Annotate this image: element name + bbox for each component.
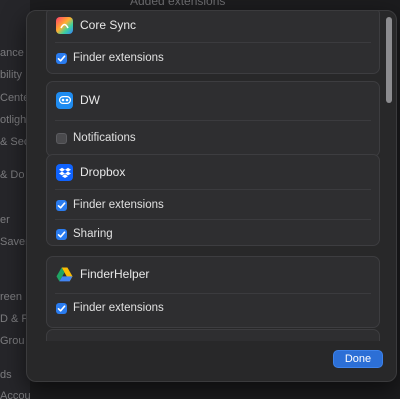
sidebar-item[interactable]: otligh [0, 113, 26, 127]
done-button[interactable]: Done [333, 350, 383, 368]
extension-group-dw: DW Notifications [46, 81, 380, 157]
dw-icon [56, 91, 73, 109]
option-row[interactable]: Finder extensions [47, 44, 379, 72]
app-row: FinderHelper [47, 257, 379, 291]
checkbox-checked[interactable] [56, 52, 67, 64]
extension-group-finderhelper: FinderHelper Finder extensions [46, 256, 380, 328]
checkbox-label: Finder extensions [73, 302, 164, 314]
scrollbar[interactable] [383, 15, 395, 339]
screen: ance bility Cente otligh & Sec & Do er S… [0, 0, 400, 399]
option-row[interactable]: Finder extensions [47, 191, 379, 219]
core-sync-icon [56, 16, 73, 34]
checkbox-checked[interactable] [56, 228, 67, 240]
divider [55, 120, 371, 121]
extensions-sheet: Core Sync Finder extensions DW Notificat… [26, 10, 397, 382]
sidebar-item[interactable]: bility [0, 68, 22, 82]
divider [55, 189, 371, 190]
sidebar-item[interactable]: & Sec [0, 135, 29, 149]
extension-group-dropbox: Dropbox Finder extensions Sharing [46, 154, 380, 246]
extension-group-core-sync: Core Sync Finder extensions [46, 11, 380, 74]
section-heading: Added extensions [130, 0, 226, 8]
option-row[interactable]: Finder extensions [47, 294, 379, 322]
checkbox-label: Sharing [73, 228, 113, 240]
scrollbar-thumb[interactable] [386, 17, 392, 103]
sidebar-item[interactable]: ds [0, 368, 12, 382]
app-name: Core Sync [80, 18, 137, 32]
sidebar-item[interactable]: & Do [0, 168, 24, 182]
extension-group-next [46, 329, 380, 341]
checkbox-label: Finder extensions [73, 199, 164, 211]
option-row[interactable]: Notifications [47, 124, 379, 152]
dropbox-icon [56, 163, 73, 181]
sidebar-item[interactable]: Saver [0, 235, 29, 249]
app-name: FinderHelper [80, 267, 150, 281]
sidebar-item[interactable]: ance [0, 46, 24, 60]
app-row: Dropbox [47, 155, 379, 189]
divider [55, 42, 371, 43]
sidebar-item[interactable]: Cente [0, 91, 29, 105]
app-row: Core Sync [47, 11, 379, 42]
sidebar-item[interactable]: reen [0, 290, 22, 304]
app-name: Dropbox [80, 165, 126, 179]
finderhelper-icon [56, 266, 73, 283]
sidebar-item[interactable]: er [0, 213, 10, 227]
checkbox-checked[interactable] [56, 302, 67, 314]
option-row[interactable]: Sharing [47, 220, 379, 248]
checkbox-checked[interactable] [56, 199, 67, 211]
app-row: DW [47, 83, 379, 117]
checkbox-unchecked[interactable] [56, 132, 67, 144]
extensions-list: Core Sync Finder extensions DW Notificat… [27, 11, 382, 341]
sidebar-item[interactable]: Grou [0, 334, 24, 348]
app-name: DW [80, 93, 100, 107]
checkbox-label: Finder extensions [73, 52, 164, 64]
checkbox-label: Notifications [73, 132, 136, 144]
